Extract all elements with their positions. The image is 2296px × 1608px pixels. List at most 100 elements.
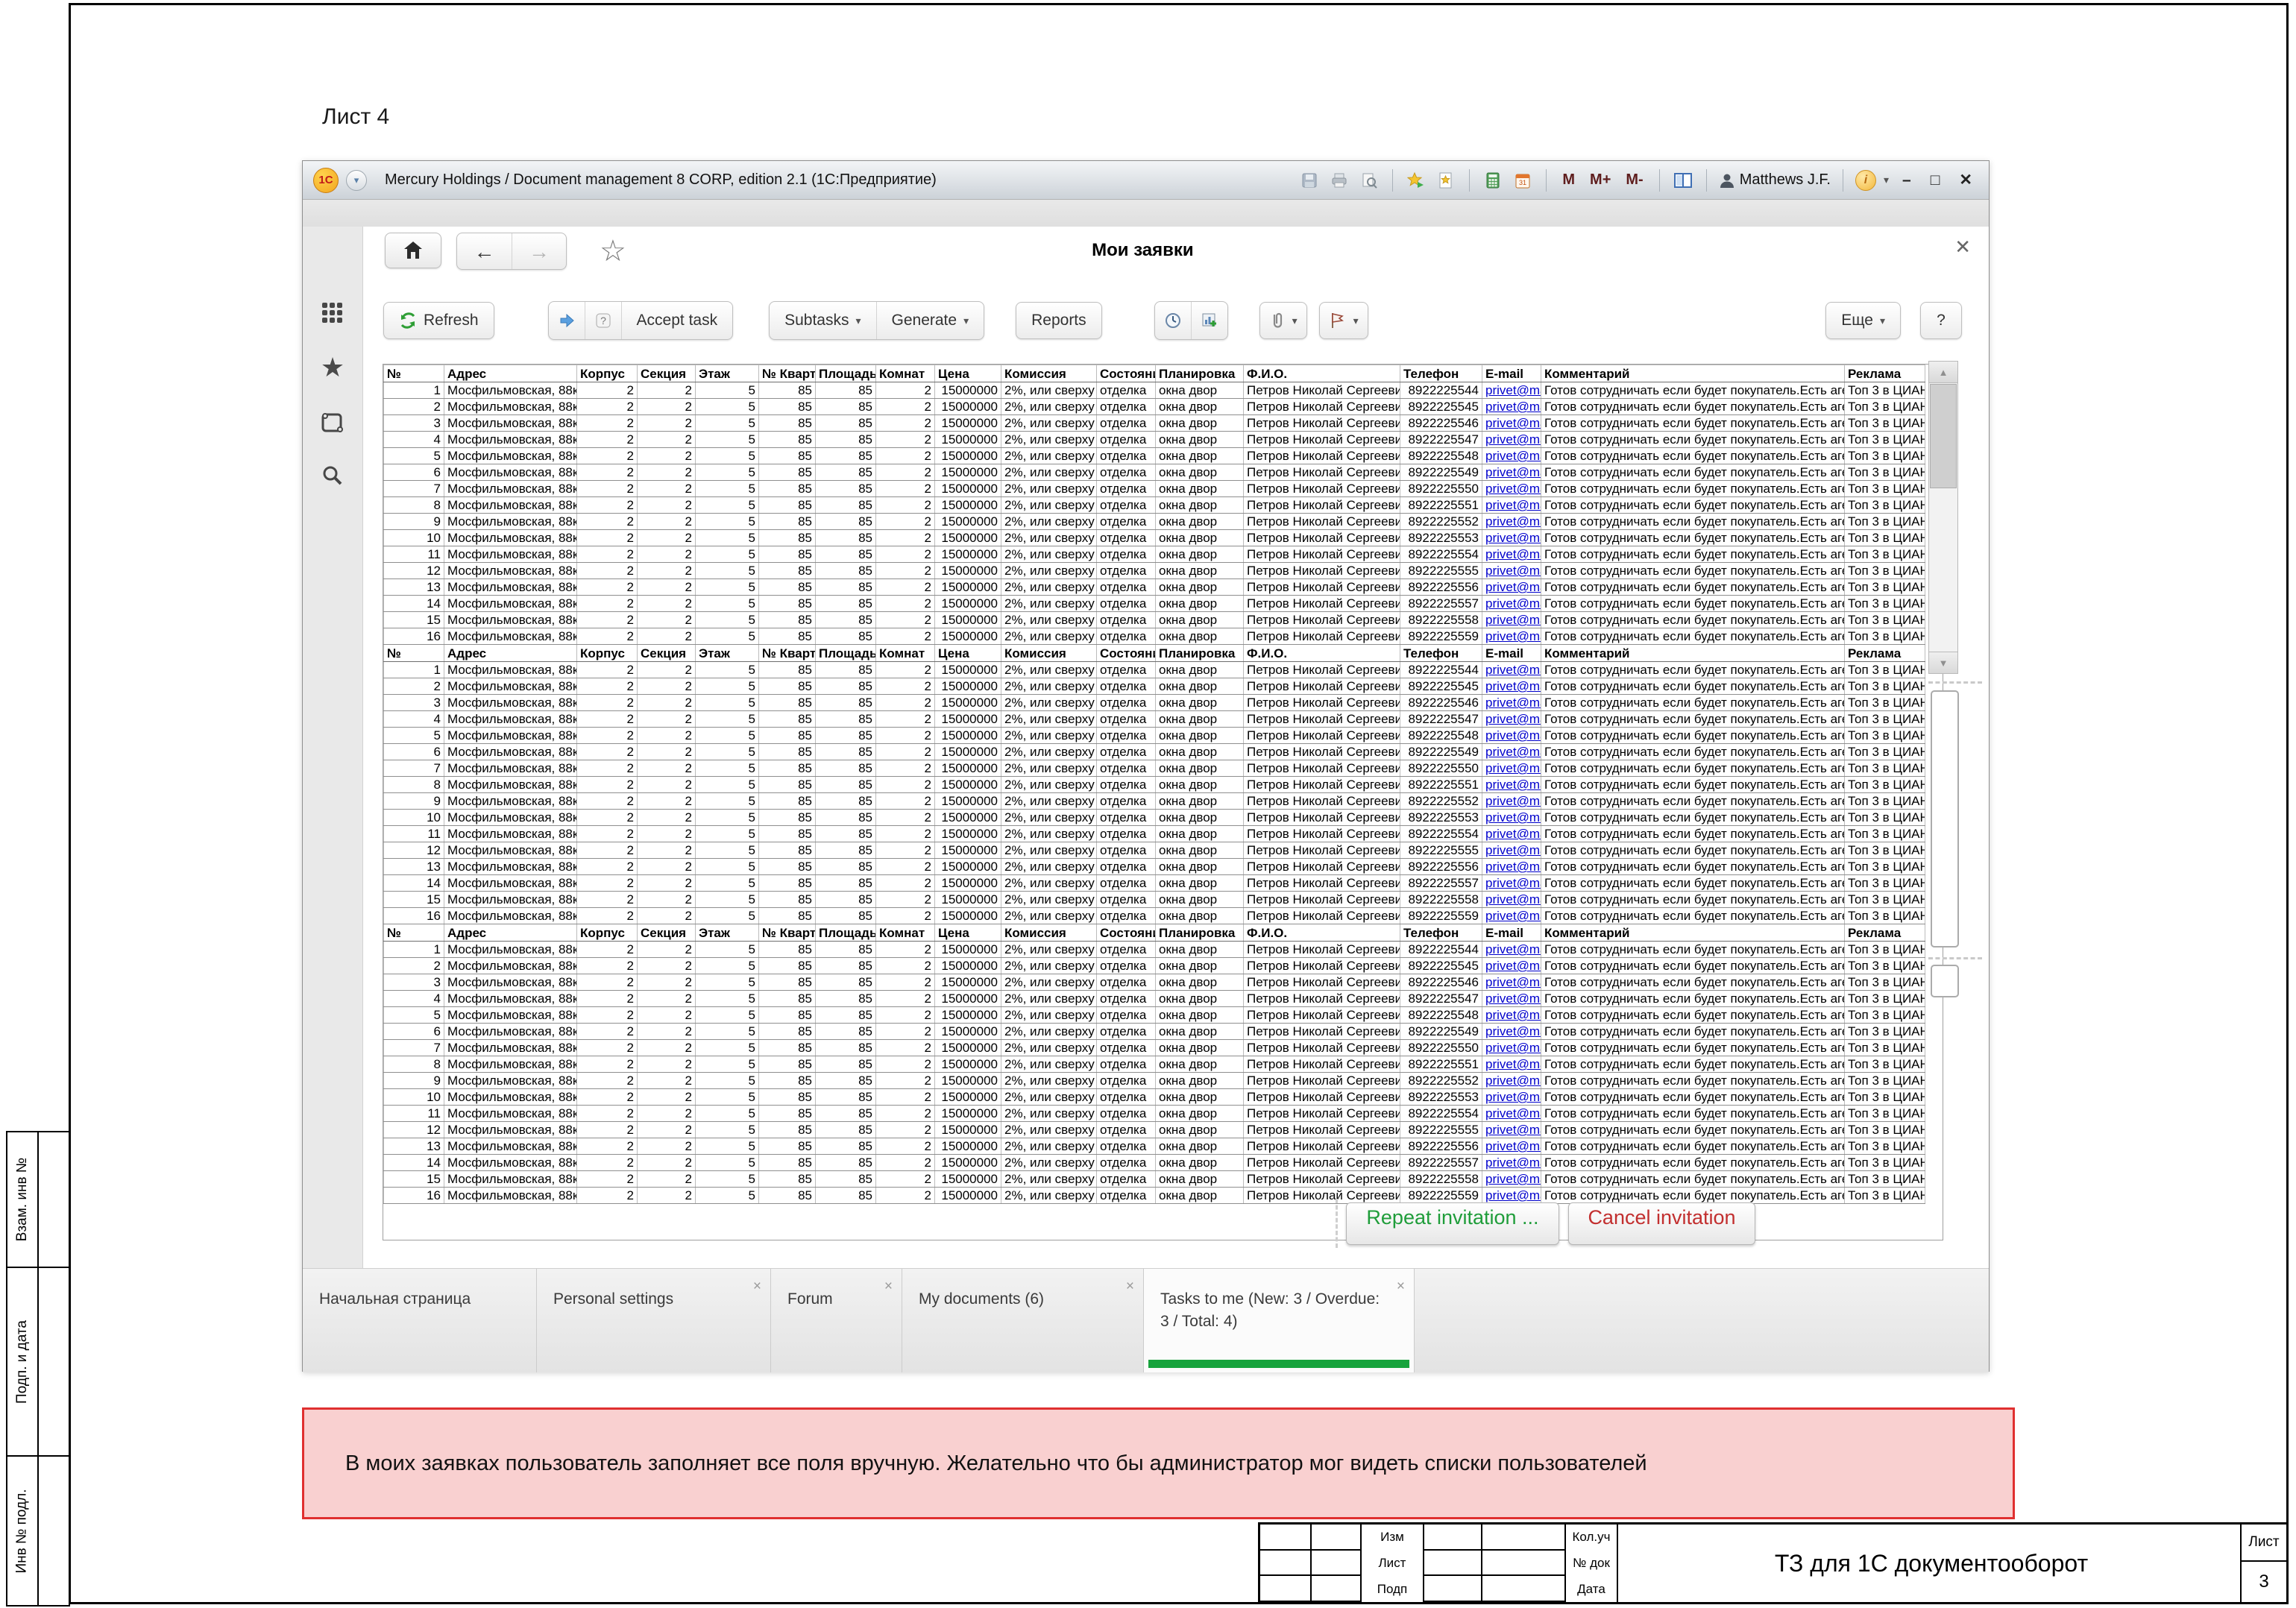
column-header[interactable]: Корпус — [577, 645, 638, 662]
column-header[interactable]: Корпус — [577, 365, 638, 382]
tab-close-icon[interactable]: × — [753, 1276, 761, 1297]
email-link[interactable]: privet@ma — [1485, 942, 1541, 956]
generate-button[interactable]: Generate▾ — [876, 302, 984, 339]
column-header[interactable]: Состояние — [1097, 924, 1156, 942]
table-row[interactable]: 12Мосфильмовская, 88к1222585852150000002… — [384, 1122, 1925, 1138]
email-link[interactable]: privet@ma — [1485, 482, 1541, 496]
column-header[interactable]: Адрес — [444, 645, 577, 662]
column-header[interactable]: Реклама — [1845, 645, 1925, 662]
column-header[interactable]: Состояние — [1097, 645, 1156, 662]
email-link[interactable]: privet@ma — [1485, 794, 1541, 808]
email-link[interactable]: privet@ma — [1485, 959, 1541, 973]
home-button[interactable] — [385, 233, 441, 268]
column-header[interactable]: Секция — [638, 365, 696, 382]
tab-1[interactable]: Personal settings× — [537, 1269, 771, 1372]
column-header[interactable]: Состояние — [1097, 365, 1156, 382]
attachment-button[interactable]: ▾ — [1259, 302, 1307, 339]
column-header[interactable]: Комментарий — [1541, 645, 1845, 662]
column-header[interactable]: № Кварти — [759, 924, 816, 942]
close-window-button[interactable]: ✕ — [1953, 171, 1978, 189]
calendar-icon[interactable]: 31 — [1512, 169, 1534, 192]
favorites-list-icon[interactable] — [1435, 169, 1457, 192]
column-header[interactable]: Цена — [935, 924, 1001, 942]
column-header[interactable]: Этаж — [696, 365, 759, 382]
info-dropdown-icon[interactable]: ▾ — [1884, 174, 1889, 186]
execute-icon[interactable] — [549, 302, 585, 339]
column-header[interactable]: Этаж — [696, 924, 759, 942]
memory-mminus-button[interactable]: M- — [1622, 171, 1646, 189]
email-link[interactable]: privet@ma — [1485, 778, 1541, 792]
current-user[interactable]: Matthews J.F. — [1719, 171, 1831, 189]
table-row[interactable]: 10Мосфильмовская, 88к1022585852150000002… — [384, 530, 1925, 546]
email-link[interactable]: privet@ma — [1485, 531, 1541, 545]
column-header[interactable]: Цена — [935, 365, 1001, 382]
table-row[interactable]: 4Мосфильмовская, 88к422585852150000002%,… — [384, 991, 1925, 1007]
table-row[interactable]: 6Мосфильмовская, 88к622585852150000002%,… — [384, 744, 1925, 760]
column-header[interactable]: Адрес — [444, 924, 577, 942]
email-link[interactable]: privet@ma — [1485, 663, 1541, 677]
clock-icon[interactable] — [1155, 302, 1191, 339]
memory-mplus-button[interactable]: M+ — [1586, 171, 1614, 189]
column-header[interactable]: Комментарий — [1541, 924, 1845, 942]
reports-button[interactable]: Reports — [1016, 302, 1102, 339]
column-header[interactable]: № Кварти — [759, 365, 816, 382]
minimize-button[interactable]: – — [1896, 171, 1917, 189]
table-row[interactable]: 15Мосфильмовская, 88к1522585852150000002… — [384, 892, 1925, 908]
column-header[interactable]: Планировка — [1156, 645, 1244, 662]
email-link[interactable]: privet@ma — [1485, 728, 1541, 742]
flag-button[interactable]: ▾ — [1319, 302, 1368, 339]
column-header[interactable]: E-mail — [1482, 645, 1541, 662]
main-menu-icon[interactable] — [303, 300, 362, 327]
back-button[interactable]: ← — [457, 233, 512, 270]
table-row[interactable]: 9Мосфильмовская, 88к922585852150000002%,… — [384, 514, 1925, 530]
email-link[interactable]: privet@ma — [1485, 876, 1541, 890]
search-icon[interactable] — [303, 464, 362, 489]
email-link[interactable]: privet@ma — [1485, 1008, 1541, 1022]
table-row[interactable]: 10Мосфильмовская, 88к1022585852150000002… — [384, 1089, 1925, 1106]
table-row[interactable]: 15Мосфильмовская, 88к1522585852150000002… — [384, 612, 1925, 628]
email-link[interactable]: privet@ma — [1485, 514, 1541, 529]
column-header[interactable]: Комиссия — [1001, 645, 1097, 662]
column-header[interactable]: Реклама — [1845, 924, 1925, 942]
email-link[interactable]: privet@ma — [1485, 1188, 1541, 1202]
tab-close-icon[interactable]: × — [1397, 1276, 1405, 1297]
email-link[interactable]: privet@ma — [1485, 761, 1541, 775]
email-link[interactable]: privet@ma — [1485, 564, 1541, 578]
column-header[interactable]: Комнат — [876, 645, 935, 662]
email-link[interactable]: privet@ma — [1485, 909, 1541, 923]
tab-0[interactable]: Начальная страница — [303, 1269, 537, 1372]
email-link[interactable]: privet@ma — [1485, 975, 1541, 989]
table-row[interactable]: 4Мосфильмовская, 88к422585852150000002%,… — [384, 711, 1925, 728]
subtasks-button[interactable]: Subtasks▾ — [770, 302, 875, 339]
tab-close-icon[interactable]: × — [1126, 1276, 1134, 1297]
table-row[interactable]: 8Мосфильмовская, 88к822585852150000002%,… — [384, 1056, 1925, 1073]
email-link[interactable]: privet@ma — [1485, 498, 1541, 512]
refresh-button[interactable]: Refresh — [383, 302, 494, 339]
email-link[interactable]: privet@ma — [1485, 827, 1541, 841]
table-row[interactable]: 8Мосфильмовская, 88к822585852150000002%,… — [384, 777, 1925, 793]
accept-task-button[interactable]: Accept task — [621, 302, 733, 339]
table-row[interactable]: 16Мосфильмовская, 88к1622585852150000002… — [384, 628, 1925, 645]
maximize-button[interactable]: □ — [1925, 171, 1946, 189]
table-row[interactable]: 10Мосфильмовская, 88к1022585852150000002… — [384, 810, 1925, 826]
email-link[interactable]: privet@ma — [1485, 400, 1541, 414]
table-row[interactable]: 2Мосфильмовская, 88к222585852150000002%,… — [384, 678, 1925, 695]
table-row[interactable]: 13Мосфильмовская, 88к1322585852150000002… — [384, 579, 1925, 596]
email-link[interactable]: privet@ma — [1485, 613, 1541, 627]
email-link[interactable]: privet@ma — [1485, 1172, 1541, 1186]
add-favorite-icon[interactable] — [1405, 169, 1427, 192]
column-header[interactable]: Планировка — [1156, 924, 1244, 942]
column-header[interactable]: Корпус — [577, 924, 638, 942]
column-header[interactable]: Адрес — [444, 365, 577, 382]
table-row[interactable]: 11Мосфильмовская, 88к1122585852150000002… — [384, 546, 1925, 563]
table-row[interactable]: 7Мосфильмовская, 88к722585852150000002%,… — [384, 760, 1925, 777]
column-header[interactable]: Секция — [638, 924, 696, 942]
email-link[interactable]: privet@ma — [1485, 416, 1541, 430]
email-link[interactable]: privet@ma — [1485, 596, 1541, 611]
email-link[interactable]: privet@ma — [1485, 1139, 1541, 1153]
scroll-up-icon[interactable]: ▲ — [1929, 362, 1957, 383]
bookmark-star-icon[interactable]: ☆ — [600, 234, 626, 268]
column-header[interactable]: Комнат — [876, 924, 935, 942]
info-icon[interactable]: i — [1855, 170, 1876, 191]
table-row[interactable]: 6Мосфильмовская, 88к622585852150000002%,… — [384, 1024, 1925, 1040]
